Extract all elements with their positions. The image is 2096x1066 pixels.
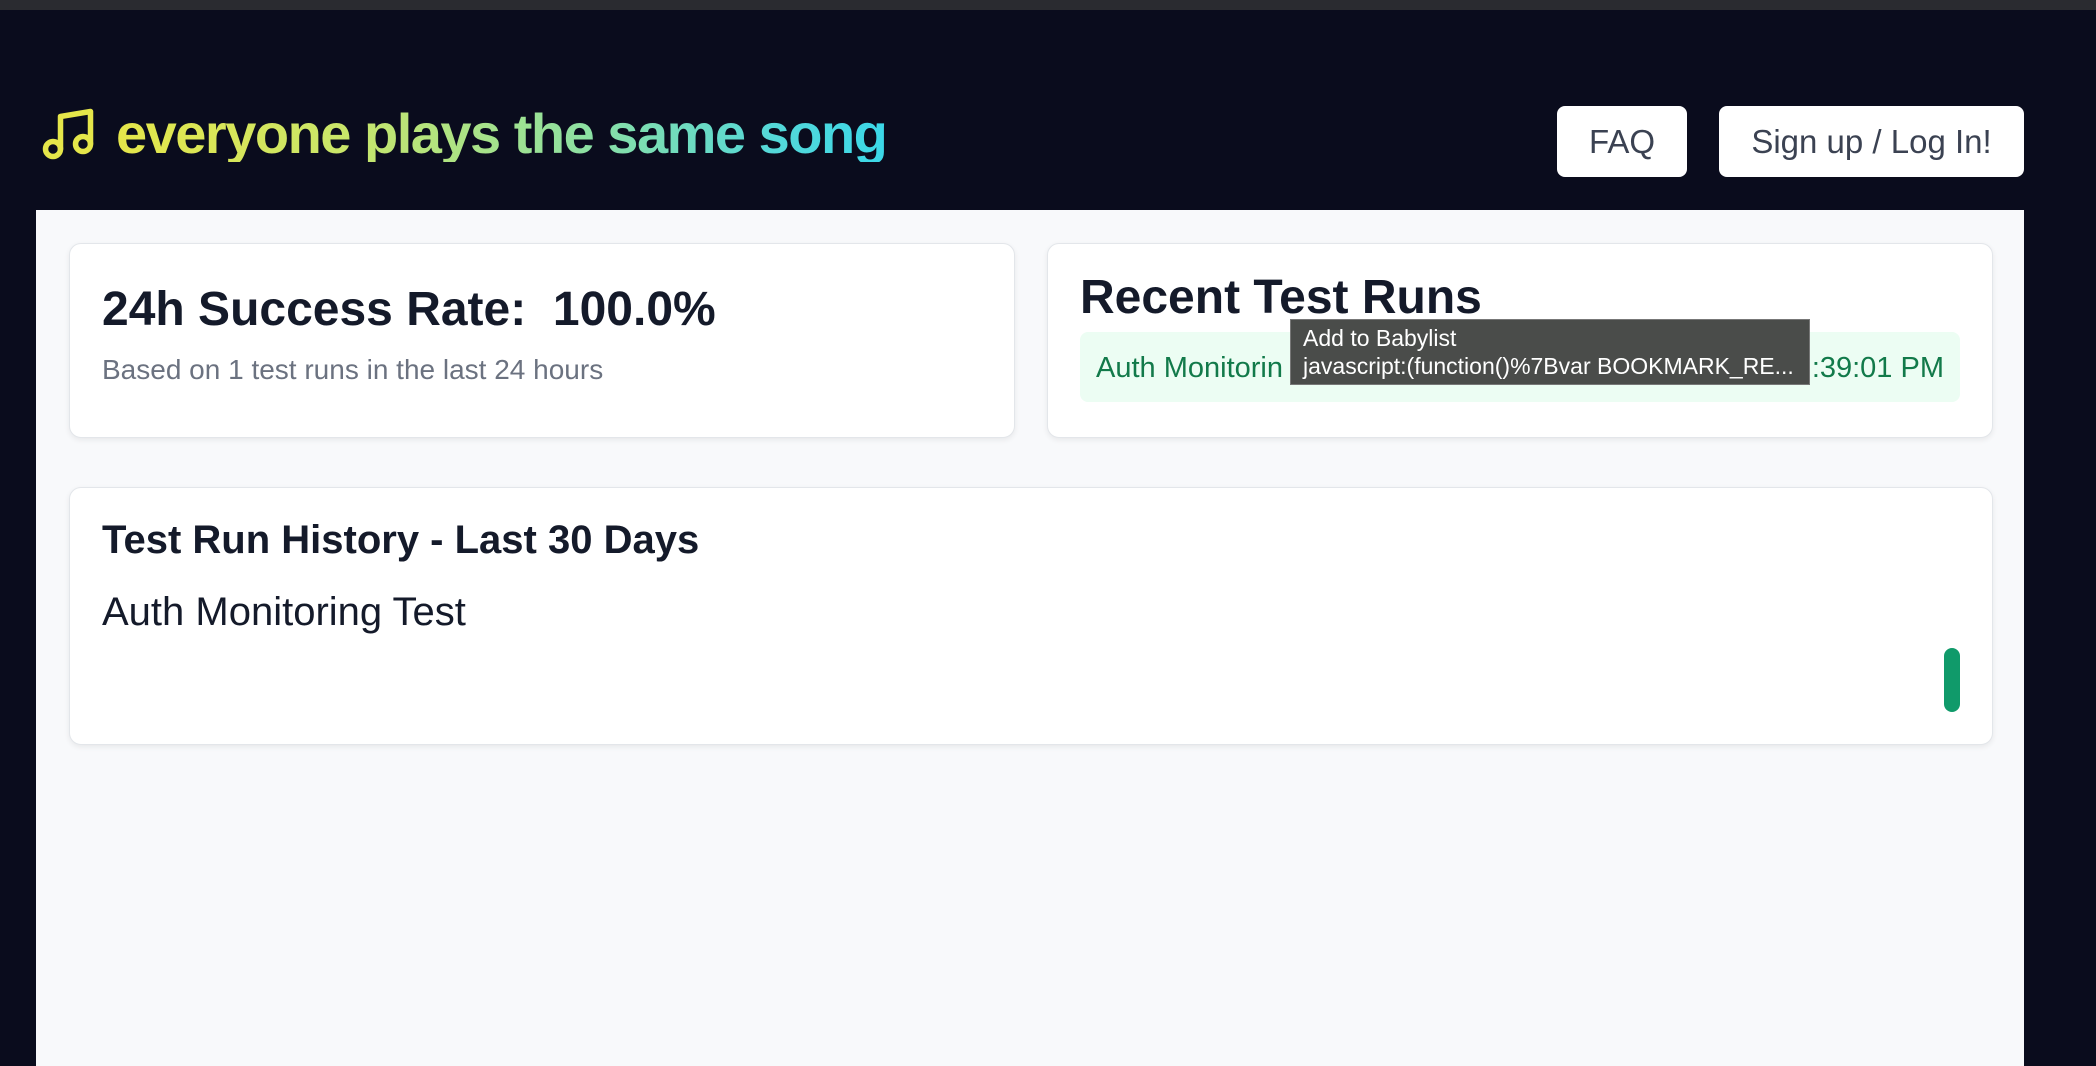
test-run-time: :39:01 PM: [1811, 352, 1944, 384]
recent-test-runs-title: Recent Test Runs: [1080, 271, 1482, 324]
faq-button[interactable]: FAQ: [1557, 106, 1687, 177]
test-run-history-card: Test Run History - Last 30 Days Auth Mon…: [69, 487, 1993, 745]
tooltip-title: Add to Babylist: [1303, 325, 1457, 351]
signup-login-button[interactable]: Sign up / Log In!: [1719, 106, 2024, 177]
success-rate-card: 24h Success Rate: 100.0% Based on 1 test…: [69, 243, 1015, 438]
site-logo[interactable]: everyone plays the same song: [38, 102, 888, 165]
bookmark-tooltip: Add to Babylist javascript:(function()%7…: [1290, 319, 1810, 385]
history-title: Test Run History - Last 30 Days: [102, 518, 700, 562]
success-rate-subtitle: Based on 1 test runs in the last 24 hour…: [102, 354, 604, 385]
tooltip-url: javascript:(function()%7Bvar BOOKMARK_RE…: [1303, 353, 1794, 379]
history-run-bar[interactable]: [1944, 648, 1960, 712]
test-run-name: Auth Monitorin: [1096, 352, 1283, 384]
history-test-name: Auth Monitoring Test: [102, 590, 466, 634]
music-notes-icon: [42, 108, 94, 160]
success-rate-title: 24h Success Rate: 100.0%: [102, 283, 716, 336]
site-title: everyone plays the same song: [116, 102, 888, 165]
window-top-strip: [0, 0, 2096, 10]
